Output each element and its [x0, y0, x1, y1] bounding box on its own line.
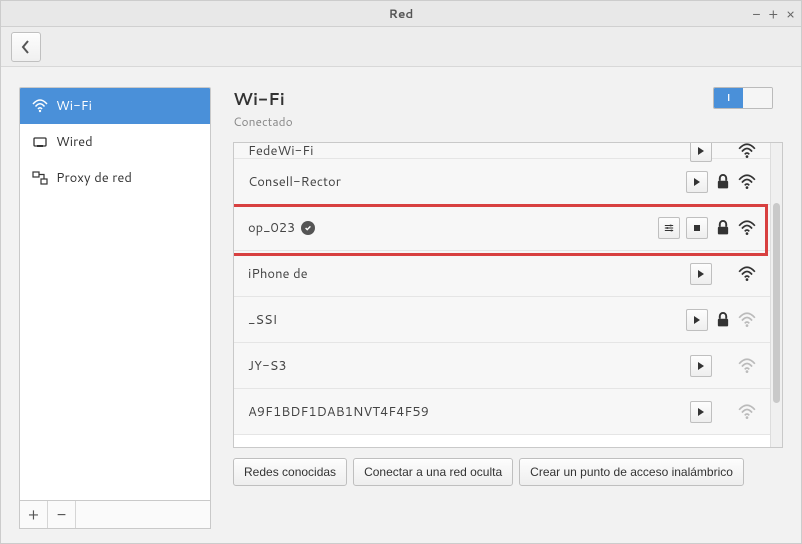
scrollbar-thumb[interactable]	[773, 203, 780, 403]
network-row[interactable]: iPhone de	[234, 251, 770, 297]
sidebar-item-proxy[interactable]: Proxy de red	[20, 160, 210, 196]
connect-button[interactable]	[690, 401, 712, 423]
sidebar: Wi-Fi Wired Proxy de red	[19, 87, 211, 501]
wifi-signal-icon	[738, 311, 756, 329]
switch-on-side: I	[714, 88, 743, 108]
network-ssid: Consell-Rector	[248, 173, 678, 191]
network-actions	[690, 401, 756, 423]
spacer	[718, 357, 732, 375]
back-button[interactable]	[11, 32, 41, 62]
lock-icon	[714, 311, 732, 329]
connect-button[interactable]	[690, 143, 712, 162]
sidebar-item-wired[interactable]: Wired	[20, 124, 210, 160]
maximize-button[interactable]: +	[769, 4, 779, 24]
wifi-icon	[32, 98, 48, 114]
lock-icon	[714, 219, 732, 237]
spacer	[718, 403, 732, 421]
wifi-signal-icon	[738, 219, 756, 237]
network-ssid: iPhone de	[248, 265, 682, 283]
network-row[interactable]: _SSI	[234, 297, 770, 343]
wifi-signal-icon	[738, 143, 756, 160]
network-ssid-text: op_023	[248, 219, 295, 237]
lock-icon	[714, 173, 732, 191]
network-ssid: _SSI	[248, 311, 678, 329]
header-row: Wi-Fi Conectado I	[233, 87, 783, 130]
sidebar-item-label: Wired	[56, 133, 93, 151]
remove-connection-button[interactable]: −	[48, 501, 76, 528]
network-ssid: A9F1BDF1DAB1NVT4F4F59	[248, 403, 682, 421]
network-row[interactable]: Consell-Rector	[234, 159, 770, 205]
chevron-left-icon	[21, 40, 31, 54]
add-connection-button[interactable]: +	[20, 501, 48, 528]
minimize-button[interactable]: −	[752, 4, 760, 24]
scrollbar[interactable]	[770, 143, 782, 447]
switch-off-side	[743, 88, 772, 108]
header-text: Wi-Fi Conectado	[233, 87, 293, 130]
toolbar	[1, 27, 801, 67]
sidebar-item-label: Wi-Fi	[56, 97, 92, 115]
wifi-signal-icon	[738, 265, 756, 283]
status-label: Conectado	[233, 113, 293, 130]
network-actions	[658, 217, 756, 239]
sidebar-container: Wi-Fi Wired Proxy de red + −	[19, 87, 211, 529]
network-actions	[686, 309, 756, 331]
network-actions	[690, 143, 756, 162]
create-hotspot-button[interactable]: Crear un punto de acceso inalámbrico	[519, 458, 744, 486]
wifi-signal-icon	[738, 357, 756, 375]
window-controls: − + ×	[752, 4, 795, 24]
network-row-connected[interactable]: op_023	[234, 205, 770, 251]
connect-button[interactable]	[686, 309, 708, 331]
network-row[interactable]: JY-S3	[234, 343, 770, 389]
page-title: Wi-Fi	[233, 87, 293, 111]
network-ssid: op_023	[248, 219, 650, 237]
content-area: Wi-Fi Wired Proxy de red + −	[1, 67, 801, 543]
network-list: FedeWi-Fi Consell-Rector	[234, 143, 770, 447]
disconnect-button[interactable]	[686, 217, 708, 239]
window-root: Red − + × Wi-Fi	[0, 0, 802, 544]
wired-icon	[32, 134, 48, 150]
bottom-button-row: Redes conocidas Conectar a una red ocult…	[233, 458, 783, 486]
network-ssid: JY-S3	[248, 357, 682, 375]
connect-button[interactable]	[690, 355, 712, 377]
proxy-icon	[32, 170, 48, 186]
sidebar-item-label: Proxy de red	[56, 169, 132, 187]
settings-button[interactable]	[658, 217, 680, 239]
main-panel: Wi-Fi Conectado I FedeWi-Fi	[211, 87, 783, 529]
network-actions	[690, 355, 756, 377]
wifi-signal-icon	[738, 173, 756, 191]
spacer	[718, 143, 732, 160]
network-actions	[686, 171, 756, 193]
sidebar-footer: + −	[19, 501, 211, 529]
network-ssid: FedeWi-Fi	[248, 143, 682, 160]
connect-button[interactable]	[686, 171, 708, 193]
close-button[interactable]: ×	[786, 4, 795, 24]
connected-check-icon	[301, 221, 315, 235]
window-title: Red	[389, 5, 414, 22]
connect-hidden-button[interactable]: Conectar a una red oculta	[353, 458, 513, 486]
spacer	[718, 265, 732, 283]
connect-button[interactable]	[690, 263, 712, 285]
wifi-signal-icon	[738, 403, 756, 421]
network-row[interactable]: A9F1BDF1DAB1NVT4F4F59	[234, 389, 770, 435]
known-networks-button[interactable]: Redes conocidas	[233, 458, 347, 486]
titlebar: Red − + ×	[1, 1, 801, 27]
network-list-container: FedeWi-Fi Consell-Rector	[233, 142, 783, 448]
sidebar-item-wifi[interactable]: Wi-Fi	[20, 88, 210, 124]
wifi-toggle[interactable]: I	[713, 87, 773, 109]
network-row[interactable]: FedeWi-Fi	[234, 143, 770, 159]
network-actions	[690, 263, 756, 285]
